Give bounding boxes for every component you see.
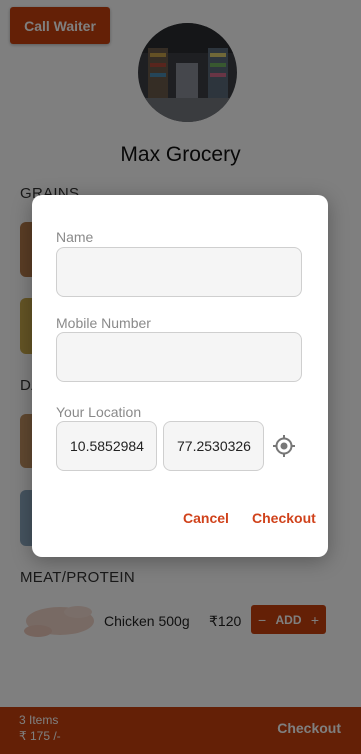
mobile-label: Mobile Number xyxy=(56,315,151,331)
location-label: Your Location xyxy=(56,404,142,420)
name-label: Name xyxy=(56,229,94,245)
gps-target-icon[interactable] xyxy=(273,435,295,457)
cancel-button[interactable]: Cancel xyxy=(183,510,229,526)
mobile-field[interactable] xyxy=(56,332,302,382)
latitude-field[interactable]: 10.5852984 xyxy=(56,421,157,471)
checkout-dialog: Name Mobile Number Your Location 10.5852… xyxy=(32,195,328,557)
longitude-field[interactable]: 77.2530326 xyxy=(163,421,264,471)
name-field[interactable] xyxy=(56,247,302,297)
checkout-button[interactable]: Checkout xyxy=(252,510,316,526)
